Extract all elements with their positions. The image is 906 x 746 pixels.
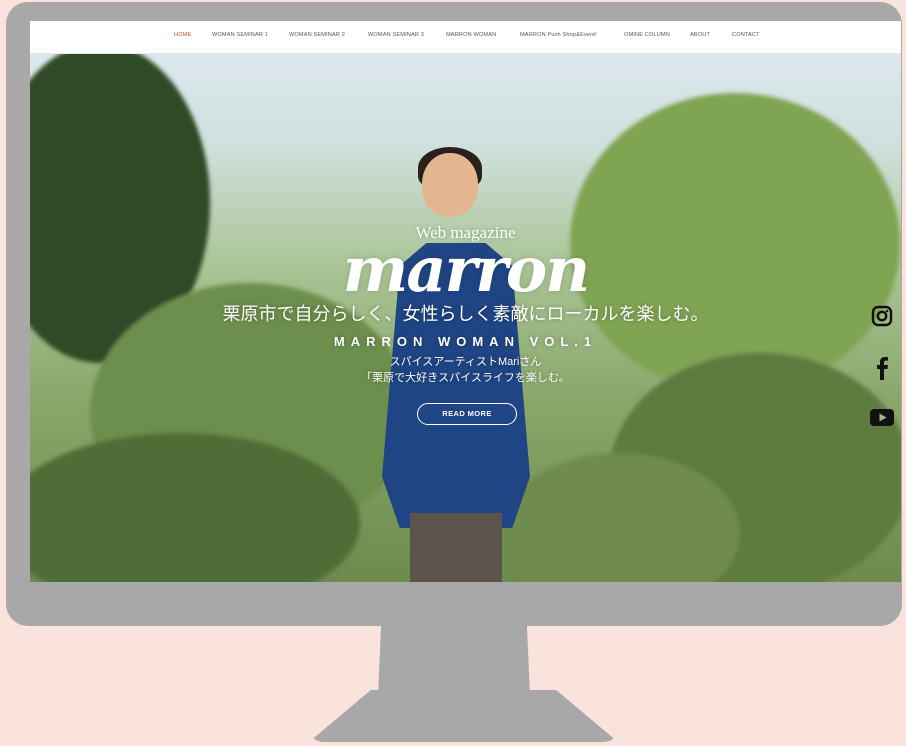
person-legs bbox=[410, 513, 502, 582]
person-face bbox=[422, 153, 478, 217]
feature-title: MARRON WOMAN VOL.1 bbox=[333, 334, 598, 349]
instagram-icon[interactable] bbox=[871, 305, 893, 327]
website-screen: Web magazine marron 栗原市で自分らしく、女性らしく素敵にロー… bbox=[30, 21, 901, 582]
nav-item-contact[interactable]: CONTACT bbox=[732, 32, 760, 38]
site-navbar: HOME WOMAN SEMINAR 1 WOMAN SEMINAR 2 WOM… bbox=[30, 21, 901, 54]
feature-subtitle-2: 「栗原で大好きスパイスライフを楽しむ。 bbox=[361, 372, 570, 384]
nav-item-woman-seminar-1[interactable]: WOMAN SEMINAR 1 bbox=[212, 32, 268, 38]
nav-item-woman-seminar-2[interactable]: WOMAN SEMINAR 2 bbox=[289, 32, 345, 38]
hero-tagline: 栗原市で自分らしく、女性らしく素敵にローカルを楽しむ。 bbox=[222, 304, 709, 325]
monitor-stand-base bbox=[309, 690, 618, 742]
site-logo[interactable]: marron bbox=[30, 233, 901, 306]
monitor-frame: Web magazine marron 栗原市で自分らしく、女性らしく素敵にロー… bbox=[6, 2, 902, 626]
nav-menu: HOME WOMAN SEMINAR 1 WOMAN SEMINAR 2 WOM… bbox=[30, 21, 901, 53]
nav-item-about[interactable]: ABOUT bbox=[690, 32, 710, 38]
nav-item-push-shop-event[interactable]: MARRON Push Shop&Event! bbox=[520, 32, 597, 38]
monitor-stand-neck bbox=[378, 626, 530, 696]
facebook-icon[interactable] bbox=[875, 356, 889, 380]
nav-item-marron-woman[interactable]: MARRON WOMAN bbox=[446, 32, 496, 38]
nav-item-home[interactable]: HOME bbox=[174, 32, 191, 38]
youtube-icon[interactable] bbox=[870, 409, 894, 426]
hero-image: Web magazine marron 栗原市で自分らしく、女性らしく素敵にロー… bbox=[30, 53, 901, 582]
read-more-button[interactable]: READ MORE bbox=[417, 403, 517, 425]
nav-item-omine-column[interactable]: OMINE COLUMN bbox=[624, 32, 670, 38]
nav-item-woman-seminar-3[interactable]: WOMAN SEMINAR 3 bbox=[368, 32, 424, 38]
feature-subtitle-1: スパイスアーティストMariさん bbox=[389, 356, 542, 368]
